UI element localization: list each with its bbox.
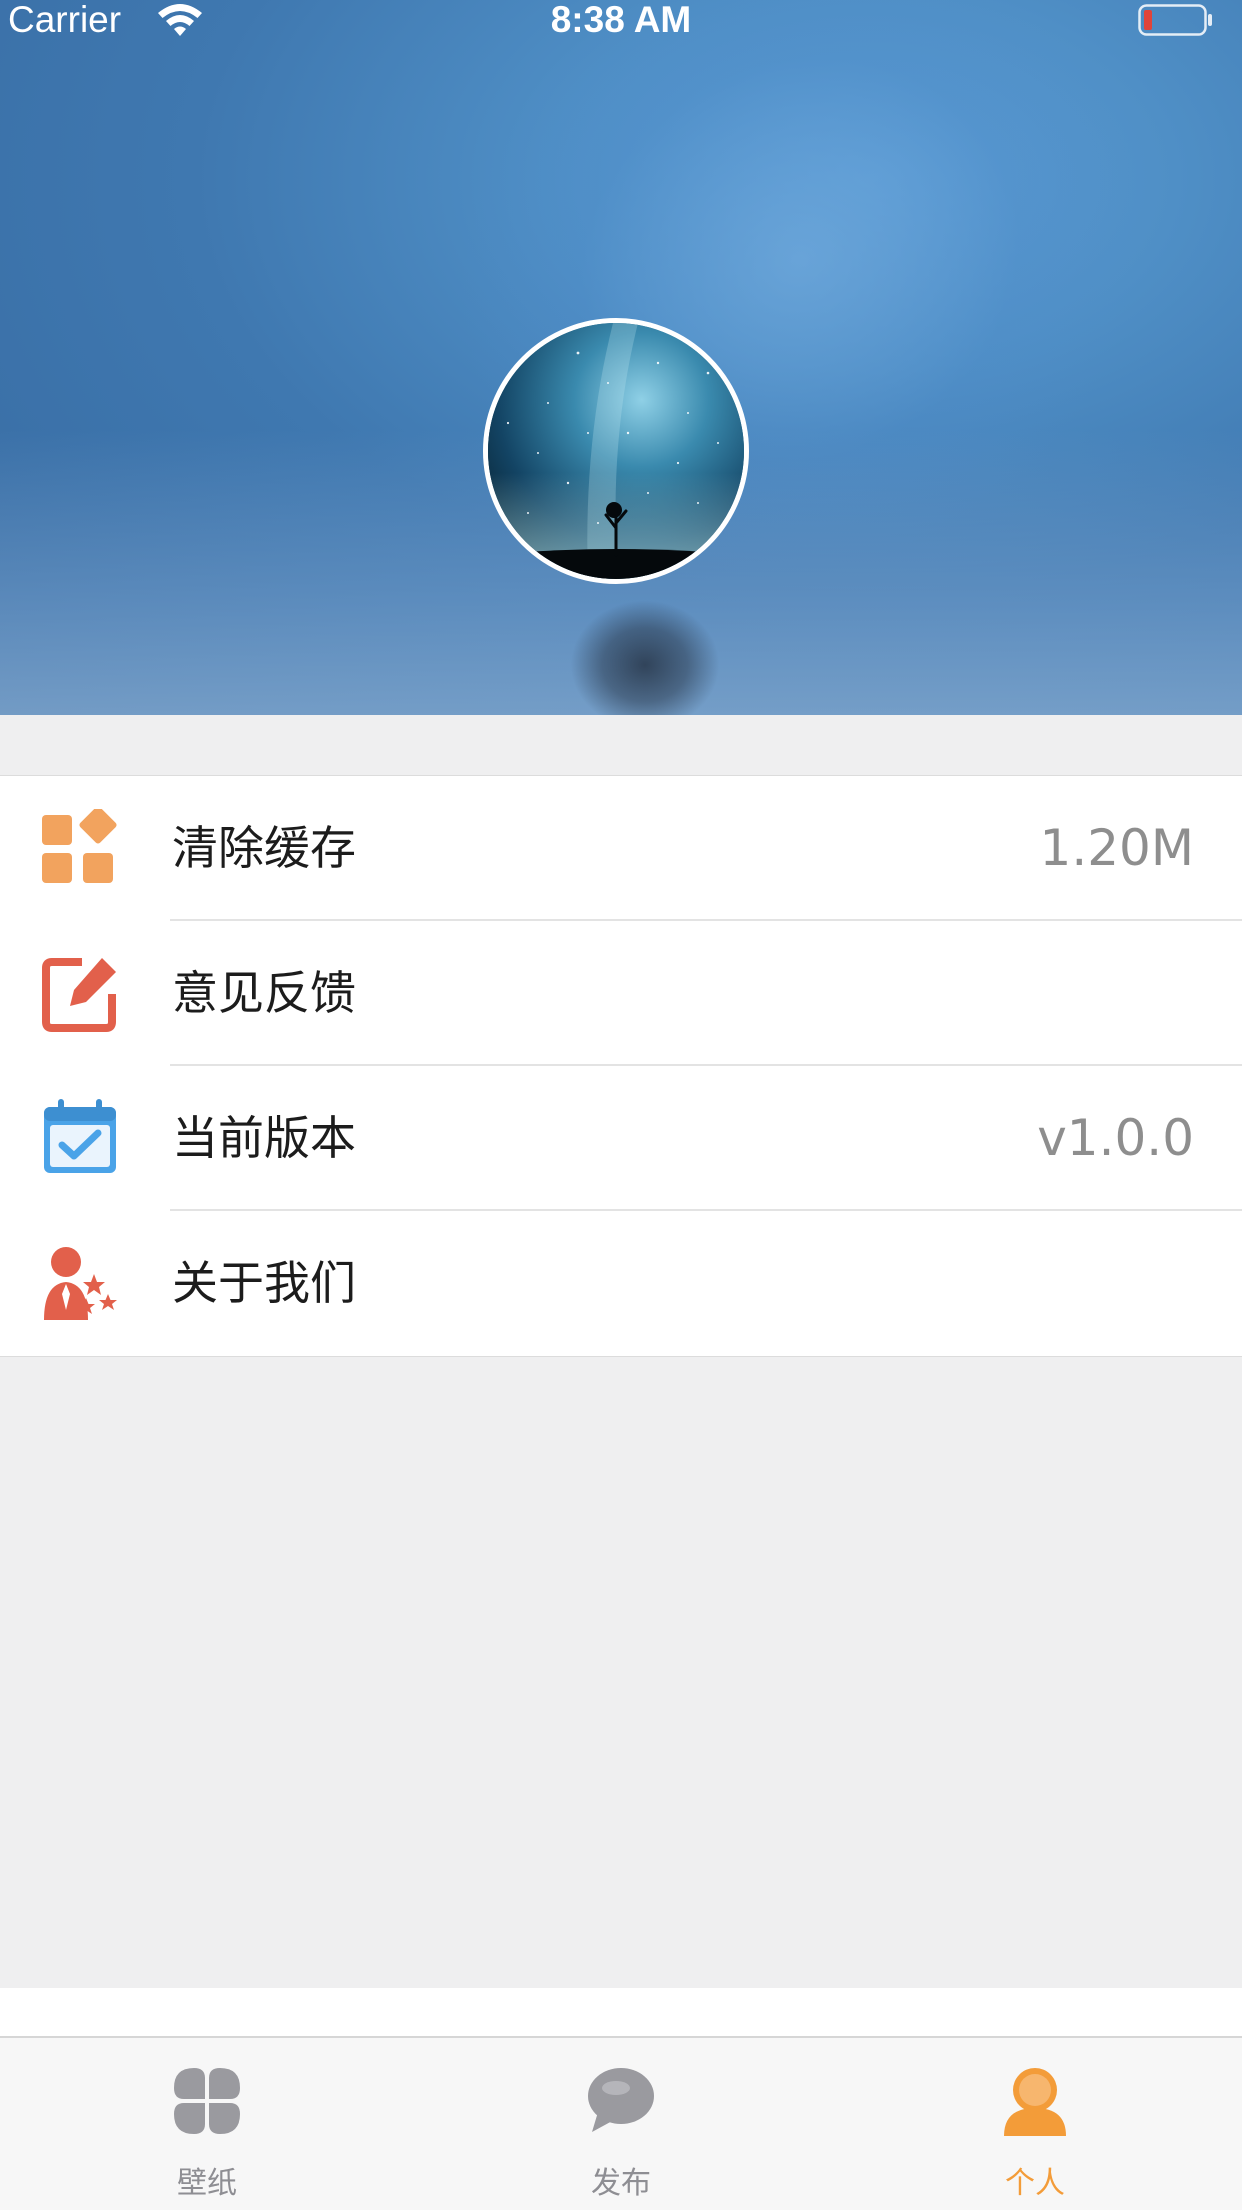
tab-personal[interactable]: 个人 [828,2038,1242,2210]
tab-label: 壁纸 [177,2166,237,2201]
avatar-image [488,323,744,579]
content-bottom-strip [0,1988,1242,2036]
person-stars-icon [44,1247,117,1320]
clover-icon [174,2068,240,2134]
tab-label: 发布 [591,2166,651,2201]
menu-item-label: 关于我们 [172,1256,356,1310]
menu-item-about-us[interactable]: 关于我们 [0,1211,1242,1356]
avatar[interactable] [483,318,749,584]
menu-item-feedback[interactable]: 意见反馈 [0,921,1242,1066]
status-bar: Carrier 8:38 AM [0,0,1242,42]
tab-label: 个人 [1005,2166,1065,2201]
chat-bubble-icon [588,2068,654,2132]
tab-wallpaper[interactable]: 壁纸 [0,2038,414,2210]
settings-list: 清除缓存 1.20M 意见反馈 当前版本 v1.0.0 关于我们 [0,775,1242,1357]
calendar-check-icon [44,1099,116,1173]
menu-item-version[interactable]: 当前版本 v1.0.0 [0,1066,1242,1211]
battery-icon [1138,4,1212,36]
menu-item-clear-cache[interactable]: 清除缓存 1.20M [0,776,1242,921]
edit-icon [42,958,116,1032]
tab-bar: 壁纸 发布 个人 [0,2036,1242,2210]
person-icon [1004,2068,1066,2136]
version-value: v1.0.0 [1037,1109,1194,1167]
menu-item-label: 当前版本 [172,1111,356,1165]
tab-publish[interactable]: 发布 [414,2038,828,2210]
menu-item-label: 清除缓存 [172,821,356,875]
cache-size-value: 1.20M [1039,819,1194,877]
clock-time: 8:38 AM [550,0,692,40]
grid-blocks-icon [42,809,117,883]
menu-item-label: 意见反馈 [172,966,356,1020]
